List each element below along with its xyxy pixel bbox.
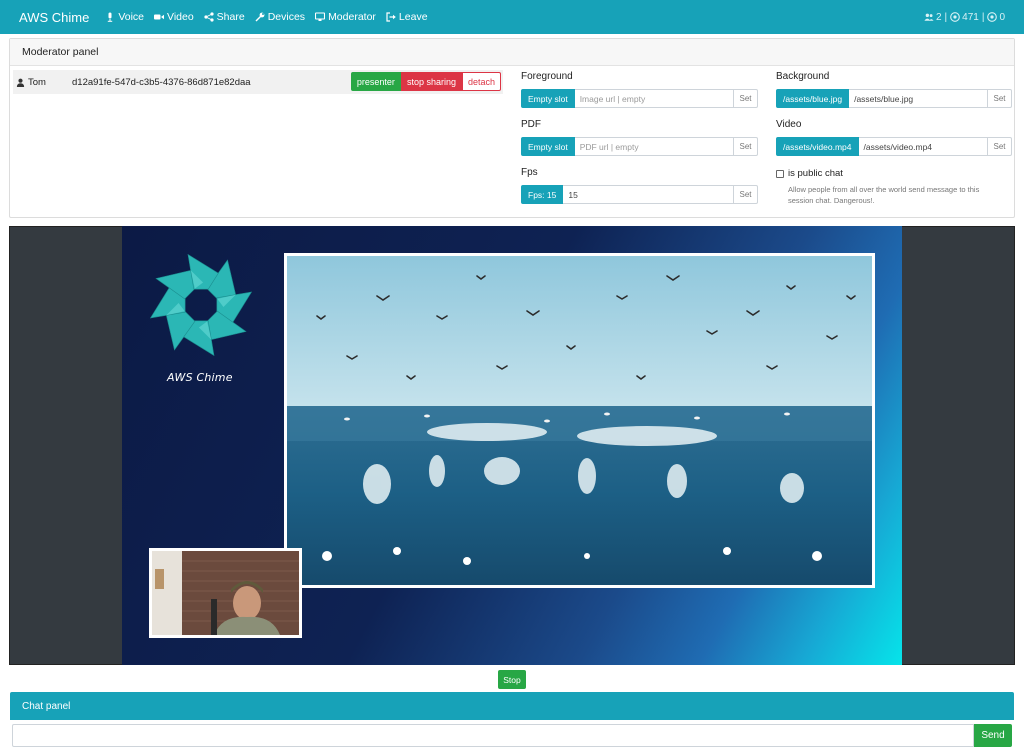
video-slot-badge: /assets/video.mp4 <box>776 137 859 156</box>
stat-views: 471 <box>950 12 979 23</box>
detach-button[interactable]: detach <box>461 72 501 91</box>
shared-video <box>287 256 872 585</box>
pdf-label: PDF <box>521 119 541 130</box>
nav-devices[interactable]: Devices <box>255 11 305 23</box>
webcam-feed <box>152 551 299 635</box>
public-chat-toggle[interactable]: is public chat <box>776 168 843 179</box>
background-label: Background <box>776 71 830 82</box>
monitor-icon <box>315 12 326 21</box>
fps-input[interactable]: 15 <box>563 185 734 204</box>
moderator-panel: Moderator panel Tom d12a91fe-547d-c3b5-4… <box>9 38 1015 218</box>
video-label: Video <box>776 119 802 130</box>
participant-row: Tom d12a91fe-547d-c3b5-4376-86d871e82daa… <box>13 70 503 94</box>
chat-message-input[interactable] <box>12 724 974 747</box>
background-url-input[interactable]: /assets/blue.jpg <box>849 89 988 108</box>
moderator-panel-header: Moderator panel <box>10 39 1014 66</box>
moderator-panel-title: Moderator panel <box>22 46 99 58</box>
background-input-group: /assets/blue.jpg /assets/blue.jpg Set <box>776 89 1012 108</box>
foreground-set-button[interactable]: Set <box>734 89 758 108</box>
fps-badge: Fps: 15 <box>521 185 564 204</box>
stat-separator: | <box>944 11 948 23</box>
public-chat-checkbox[interactable] <box>776 169 784 178</box>
video-set-button[interactable]: Set <box>988 137 1012 156</box>
stat-users-value: 2 <box>935 11 942 23</box>
logo-caption: AWS Chime <box>167 371 233 384</box>
user-icon <box>16 78 25 87</box>
foreground-label: Foreground <box>521 71 573 82</box>
fps-label: Fps <box>521 167 538 178</box>
sign-out-icon <box>386 12 396 22</box>
participant-name: Tom <box>28 76 46 88</box>
app-brand[interactable]: AWS Chime <box>19 10 89 25</box>
wrench-icon <box>255 12 265 22</box>
session-stats: 2 | 471 | 0 <box>924 0 1005 34</box>
fps-input-group: Fps: 15 15 Set <box>521 185 758 204</box>
nav-moderator[interactable]: Moderator <box>315 11 376 23</box>
stat-other-value: 0 <box>999 11 1005 23</box>
video-url-input[interactable]: /assets/video.mp4 <box>858 137 988 156</box>
public-chat-label: is public chat <box>788 168 843 179</box>
stat-separator: | <box>981 11 985 23</box>
nav-video-label: Video <box>167 11 194 23</box>
fps-set-button[interactable]: Set <box>734 185 758 204</box>
nav-video[interactable]: Video <box>154 11 194 23</box>
stop-sharing-button[interactable]: stop sharing <box>400 72 462 91</box>
nav-share-label: Share <box>216 11 245 23</box>
aws-chime-logo-icon <box>150 254 252 356</box>
background-set-button[interactable]: Set <box>988 89 1012 108</box>
chat-panel-header: Chat panel <box>10 692 1014 720</box>
pdf-url-input[interactable]: PDF url | empty <box>574 137 734 156</box>
send-button[interactable]: Send <box>974 724 1012 747</box>
nav-leave-label: Leave <box>398 11 428 23</box>
stat-users: 2 <box>924 12 942 23</box>
stat-views-value: 471 <box>962 11 979 23</box>
nav-share[interactable]: Share <box>204 11 245 23</box>
nav-leave[interactable]: Leave <box>386 11 428 23</box>
foreground-slot-badge: Empty slot <box>521 89 575 108</box>
stop-button[interactable]: Stop <box>498 670 526 689</box>
eye-circle-icon <box>950 12 960 22</box>
pdf-slot-badge: Empty slot <box>521 137 575 156</box>
composited-canvas: AWS Chime <box>122 226 902 665</box>
nav-voice[interactable]: Voice <box>105 11 144 23</box>
stat-other: 0 <box>987 12 1005 23</box>
participant-actions: presenter stop sharing detach <box>350 72 501 91</box>
foreground-url-input[interactable]: Image url | empty <box>574 89 734 108</box>
foreground-input-group: Empty slot Image url | empty Set <box>521 89 758 108</box>
participant-id: d12a91fe-547d-c3b5-4376-86d871e82daa <box>72 76 251 88</box>
public-chat-help: Allow people from all over the world sen… <box>788 185 980 205</box>
nav-moderator-label: Moderator <box>328 11 376 23</box>
chat-panel-title: Chat panel <box>22 700 71 712</box>
nav-voice-label: Voice <box>118 11 144 23</box>
video-input-group: /assets/video.mp4 /assets/video.mp4 Set <box>776 137 1012 156</box>
users-icon <box>924 13 934 21</box>
share-icon <box>204 12 214 22</box>
top-navbar: AWS Chime Voice Video Share Devices Mode… <box>0 0 1024 34</box>
presenter-button[interactable]: presenter <box>350 72 401 91</box>
self-view-webcam[interactable] <box>149 548 302 638</box>
pdf-input-group: Empty slot PDF url | empty Set <box>521 137 758 156</box>
pdf-set-button[interactable]: Set <box>734 137 758 156</box>
nav-devices-label: Devices <box>267 11 306 23</box>
background-slot-badge: /assets/blue.jpg <box>776 89 850 108</box>
shared-video-frame <box>284 253 875 588</box>
video-camera-icon <box>154 14 164 20</box>
microphone-icon <box>108 12 113 22</box>
circle-dot-icon <box>987 12 998 22</box>
